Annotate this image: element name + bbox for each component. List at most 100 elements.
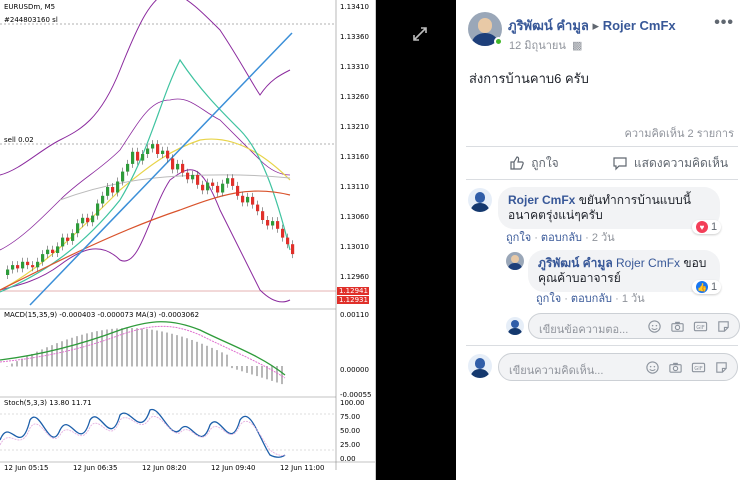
macd-bar [71,337,73,367]
like-label: ถูกใจ [531,155,559,170]
macd-bar [251,366,253,375]
commenter-avatar[interactable] [468,188,492,212]
axis-label: -0.00055 [340,391,372,399]
comment-count[interactable]: ความคิดเห็น 2 รายการ [624,124,734,142]
candlestick [276,221,280,229]
macd-bar [61,341,63,367]
candlestick [216,185,220,193]
macd-bar [126,328,128,367]
trading-chart[interactable]: EURUSDm, M5 #244803160 sl sell 0.02 MACD… [0,0,376,480]
axis-label: 1.13110 [340,183,369,191]
candlestick [141,154,145,161]
candlestick [231,178,235,186]
comment-input[interactable]: เขียนความคิดเห็น... GIF [498,353,738,381]
sticker-icon[interactable] [714,360,729,375]
arrow-icon: ▸ [592,18,600,33]
post-meta: 12 มิถุนายน ▩ [509,36,582,54]
candlestick [266,220,270,226]
macd-bar [211,347,213,367]
macd-bar [176,335,178,367]
chart-symbol: EURUSDm, M5 [4,3,56,11]
axis-label: 25.00 [340,441,361,449]
axis-label: 1.13210 [340,123,369,131]
candlestick [166,150,170,159]
like-button[interactable]: ถูกใจ [466,147,602,179]
stoch-label: Stoch(5,3,3) 13.80 11.71 [4,399,92,407]
candlestick [96,203,100,216]
axis-label: 12 Jun 09:40 [211,464,256,472]
post-action-bar: ถูกใจ แสดงความคิดเห็น [466,146,738,180]
macd-bar [181,336,183,367]
reply-reaction-count: 1 [711,281,718,293]
replier-avatar[interactable] [506,252,524,270]
macd-bar [196,341,198,367]
axis-label: 0.00110 [340,311,369,319]
reply-like-link[interactable]: ถูกใจ [536,293,561,305]
reply-reply-link[interactable]: ตอบกลับ [571,293,612,305]
reply-author[interactable]: ภูริพัฒน์ คำมูล [538,256,613,270]
comment-time[interactable]: 2 วัน [592,232,615,244]
macd-bar [151,329,153,367]
axis-label: 1.13310 [340,63,369,71]
gif-icon[interactable]: GIF [693,319,708,334]
candlestick [241,195,245,203]
emoji-icon[interactable] [645,360,660,375]
macd-bar [136,328,138,367]
candlestick [206,182,210,191]
more-options-icon[interactable]: ••• [714,14,734,32]
candlestick [161,150,165,154]
candlestick [106,187,110,196]
comment-like-link[interactable]: ถูกใจ [506,232,531,244]
comment-button[interactable]: แสดงความคิดเห็น [602,147,738,179]
macd-bar [56,343,58,367]
expand-icon[interactable] [412,26,428,42]
candlestick [86,217,90,223]
reaction-badge[interactable]: ♥ 1 [692,220,722,234]
axis-label: 1.12960 [340,273,369,281]
macd-bar [161,331,163,367]
candlestick [61,237,65,247]
candlestick [281,228,285,238]
macd-bar [216,350,218,367]
axis-label: 1.13160 [340,153,369,161]
macd-bar [281,366,283,385]
camera-icon[interactable] [670,319,685,334]
comment-text-line1: ขยันทำการบ้านแบบนี้ [578,193,691,207]
macd-bar [141,328,143,367]
camera-icon[interactable] [668,360,683,375]
axis-label: 1.13410 [340,3,369,11]
candlestick [171,158,175,170]
macd-bar [231,366,233,369]
reply-time[interactable]: 1 วัน [622,293,645,305]
reply-input[interactable]: เขียนข้อความตอ... GIF [528,313,740,339]
gif-icon[interactable]: GIF [691,360,706,375]
candlestick [51,249,55,253]
candlestick [151,144,155,149]
page-name[interactable]: Rojer CmFx [603,18,676,33]
reply-mention[interactable]: Rojer CmFx [616,256,680,270]
macd-bar [76,336,78,367]
comment-author[interactable]: Rojer CmFx [508,193,575,207]
comment-reply-link[interactable]: ตอบกลับ [541,232,582,244]
axis-label: 0.00 [340,455,356,463]
reply-reaction-badge[interactable]: 👍 1 [692,280,722,294]
macd-bar [146,329,148,367]
post-date[interactable]: 12 มิถุนายน [509,40,566,52]
poster-name[interactable]: ภูริพัฒน์ คำมูล [508,18,589,33]
macd-bar [31,353,33,367]
macd-bar [96,331,98,367]
sticker-icon[interactable] [716,319,731,334]
candlestick [251,196,255,205]
macd-bar [241,366,243,372]
emoji-icon[interactable] [647,319,662,334]
macd-bar [191,339,193,367]
candlestick [226,178,230,184]
axis-label: 12 Jun 08:20 [142,464,187,472]
candlestick [81,217,85,224]
candlestick [46,249,50,255]
price-tag-bid-label: 1.12941 [339,287,368,295]
user-avatar-reply [506,317,524,335]
comment-bubble-icon [613,157,627,171]
candlestick [196,174,200,185]
candlestick [121,171,125,182]
